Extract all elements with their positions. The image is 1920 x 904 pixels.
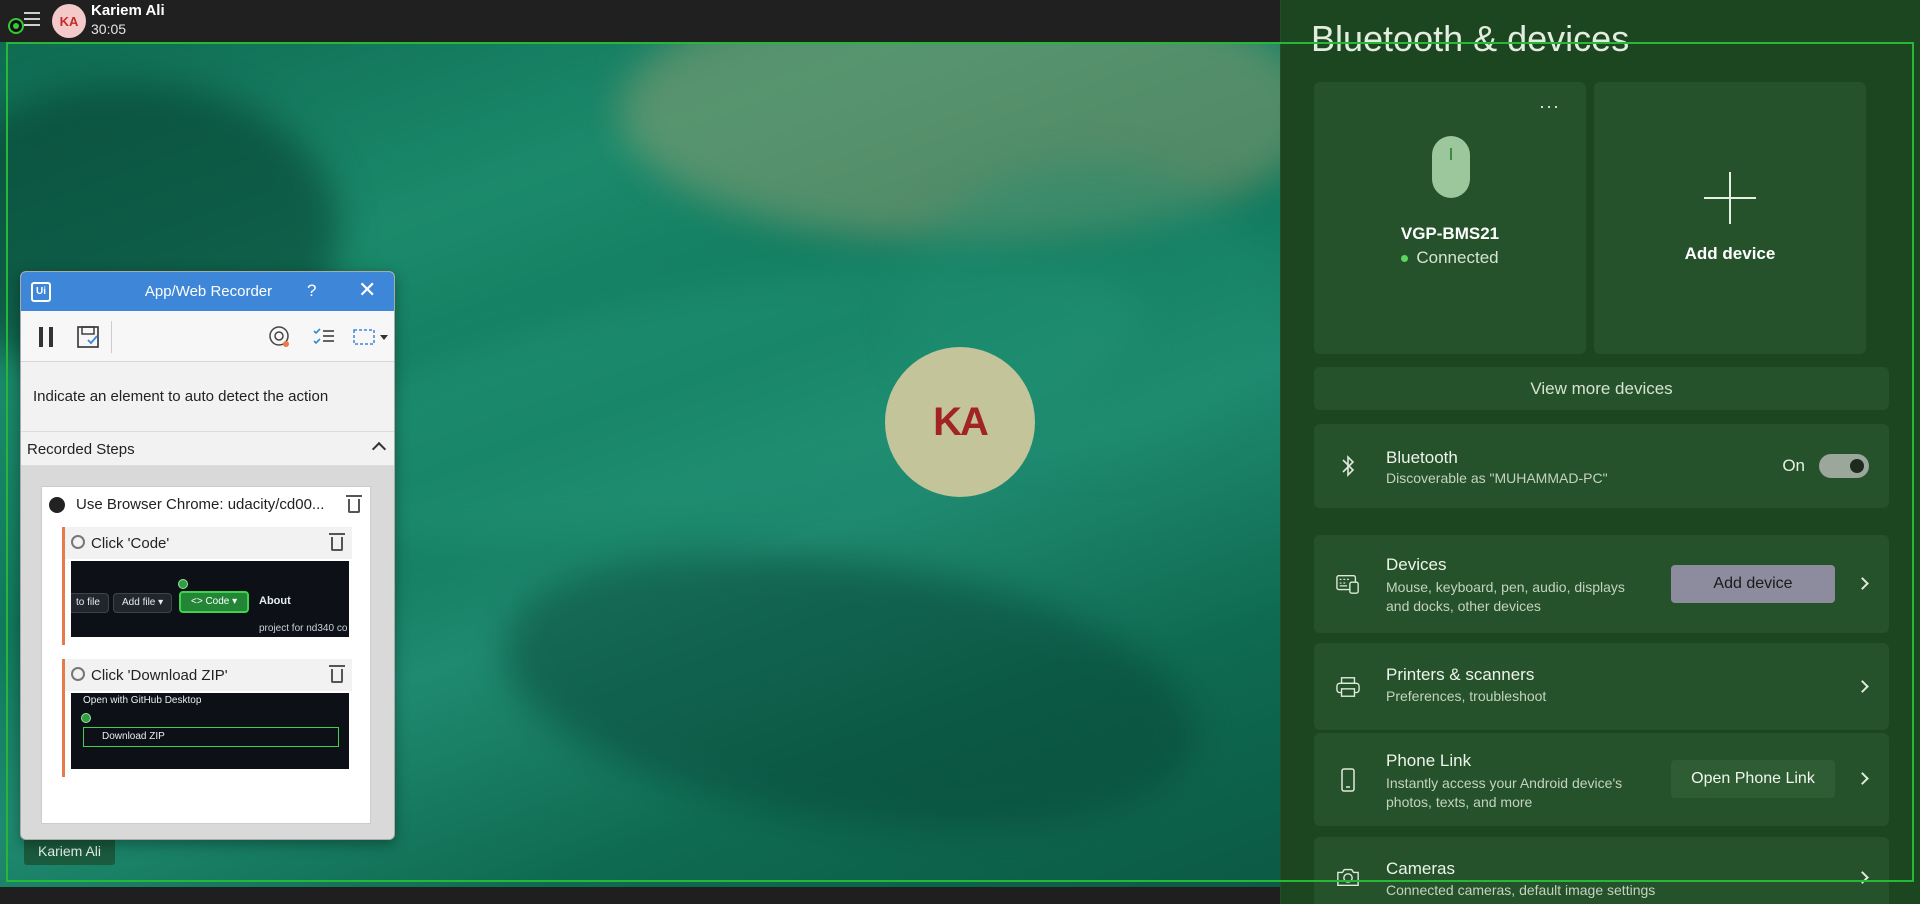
chevron-right-icon xyxy=(1856,680,1869,693)
plus-icon xyxy=(1704,172,1756,224)
presenter-name: Kariem Ali xyxy=(91,2,165,19)
target-marker-icon xyxy=(81,713,91,723)
target-detect-icon[interactable] xyxy=(267,324,293,350)
pause-button[interactable] xyxy=(33,324,59,350)
browser-step[interactable]: Use Browser Chrome: udacity/cd00... Clic… xyxy=(41,486,371,824)
click-action-icon xyxy=(71,535,85,549)
bluetooth-icon xyxy=(1336,454,1360,478)
recorded-steps-list: Use Browser Chrome: udacity/cd00... Clic… xyxy=(21,466,394,839)
connected-dot-icon xyxy=(1401,255,1409,263)
phone-link-row[interactable]: Phone Link Instantly access your Android… xyxy=(1314,733,1889,826)
phone-icon xyxy=(1336,768,1360,792)
instruction-area: Indicate an element to auto detect the a… xyxy=(21,362,394,432)
devices-title: Devices xyxy=(1386,555,1447,574)
mouse-icon xyxy=(1432,136,1470,198)
delete-icon[interactable] xyxy=(329,533,345,551)
click-step-download-zip[interactable]: Click 'Download ZIP' Open with GitHub De… xyxy=(62,659,352,777)
bluetooth-toggle-label: On xyxy=(1782,456,1805,475)
github-icon xyxy=(49,497,65,513)
delete-icon[interactable] xyxy=(329,665,345,683)
bluetooth-title: Bluetooth xyxy=(1386,448,1458,467)
hamburger-menu-icon[interactable] xyxy=(24,12,40,26)
save-icon[interactable] xyxy=(75,324,101,350)
bluetooth-subtitle: Discoverable as "MUHAMMAD-PC" xyxy=(1386,470,1608,486)
chevron-right-icon xyxy=(1856,871,1869,884)
step-label: Click 'Code' xyxy=(91,535,170,552)
page-title: Bluetooth & devices xyxy=(1311,18,1630,59)
phone-link-title: Phone Link xyxy=(1386,751,1472,770)
close-icon[interactable]: ✕ xyxy=(358,277,376,303)
recorder-title: App/Web Recorder xyxy=(144,283,273,300)
browser-step-label: Use Browser Chrome: udacity/cd00... xyxy=(76,496,325,513)
recorded-steps-label: Recorded Steps xyxy=(27,441,135,458)
step-label: Click 'Download ZIP' xyxy=(91,667,228,684)
cameras-title: Cameras xyxy=(1386,859,1455,878)
bluetooth-row[interactable]: Bluetooth Discoverable as "MUHAMMAD-PC" … xyxy=(1314,424,1889,508)
printer-icon xyxy=(1336,675,1360,699)
view-more-devices-button[interactable]: View more devices xyxy=(1314,367,1889,410)
devices-row[interactable]: Devices Mouse, keyboard, pen, audio, dis… xyxy=(1314,535,1889,633)
participant-name-tag: Kariem Ali xyxy=(24,837,116,865)
meeting-timer: 30:05 xyxy=(91,21,127,37)
click-action-icon xyxy=(71,667,85,681)
printers-title: Printers & scanners xyxy=(1386,665,1535,684)
toolbar-separator xyxy=(111,321,112,353)
recorder-toolbar xyxy=(21,311,394,362)
camera-icon xyxy=(1336,865,1360,889)
chevron-right-icon xyxy=(1856,772,1869,785)
avatar: KA xyxy=(52,4,86,38)
participant-initials: KA xyxy=(933,399,989,444)
printers-row[interactable]: Printers & scanners Preferences, trouble… xyxy=(1314,643,1889,730)
meeting-top-bar: KA Kariem Ali 30:05 xyxy=(0,0,1280,42)
cameras-subtitle: Connected cameras, default image setting… xyxy=(1386,882,1656,898)
target-marker-icon xyxy=(178,579,188,589)
bluetooth-toggle[interactable] xyxy=(1819,454,1869,478)
chevron-up-icon[interactable] xyxy=(371,441,387,457)
device-name: VGP-BMS21 xyxy=(1400,224,1500,243)
app-web-recorder-window: Ui App/Web Recorder ? ✕ Indicate an elem… xyxy=(20,271,395,840)
screen: KA Kariem Ali KA Kariem Ali 30:05 Blueto… xyxy=(0,0,1920,904)
add-device-card[interactable]: Add device xyxy=(1594,82,1866,354)
open-phone-link-button[interactable]: Open Phone Link xyxy=(1671,760,1835,798)
delete-icon[interactable] xyxy=(346,495,362,513)
devices-subtitle: Mouse, keyboard, pen, audio, displays an… xyxy=(1386,579,1625,614)
keyboard-devices-icon xyxy=(1336,572,1360,596)
step-screenshot-thumbnail: Open with GitHub Desktop Download ZIP xyxy=(71,693,349,769)
printers-subtitle: Preferences, troubleshoot xyxy=(1386,688,1547,704)
chevron-right-icon xyxy=(1856,577,1869,590)
add-device-button[interactable]: Add device xyxy=(1671,565,1835,603)
cameras-row[interactable]: Cameras Connected cameras, default image… xyxy=(1314,837,1889,904)
checklist-icon[interactable] xyxy=(311,324,337,350)
recording-indicator-icon xyxy=(8,18,24,34)
more-options-icon[interactable]: ··· xyxy=(1539,96,1560,117)
recorded-steps-header[interactable]: Recorded Steps xyxy=(21,432,394,466)
screen-capture-dropdown-icon[interactable] xyxy=(351,324,391,350)
click-step-code[interactable]: Click 'Code' to file Add file ▾ <> Code … xyxy=(62,527,352,645)
instruction-text: Indicate an element to auto detect the a… xyxy=(33,388,329,405)
recorder-title-bar: Ui App/Web Recorder ? ✕ xyxy=(21,272,394,311)
add-device-label: Add device xyxy=(1684,244,1776,263)
device-status: Connected xyxy=(1314,248,1586,268)
phone-link-subtitle: Instantly access your Android device's p… xyxy=(1386,775,1623,810)
step-screenshot-thumbnail: to file Add file ▾ <> Code ▾ About proje… xyxy=(71,561,349,637)
device-card-mouse[interactable]: ··· VGP-BMS21 Connected xyxy=(1314,82,1586,354)
settings-panel: Bluetooth & devices ··· VGP-BMS21 Connec… xyxy=(1280,0,1920,904)
help-button[interactable]: ? xyxy=(307,281,316,301)
participant-avatar: KA xyxy=(885,347,1035,497)
